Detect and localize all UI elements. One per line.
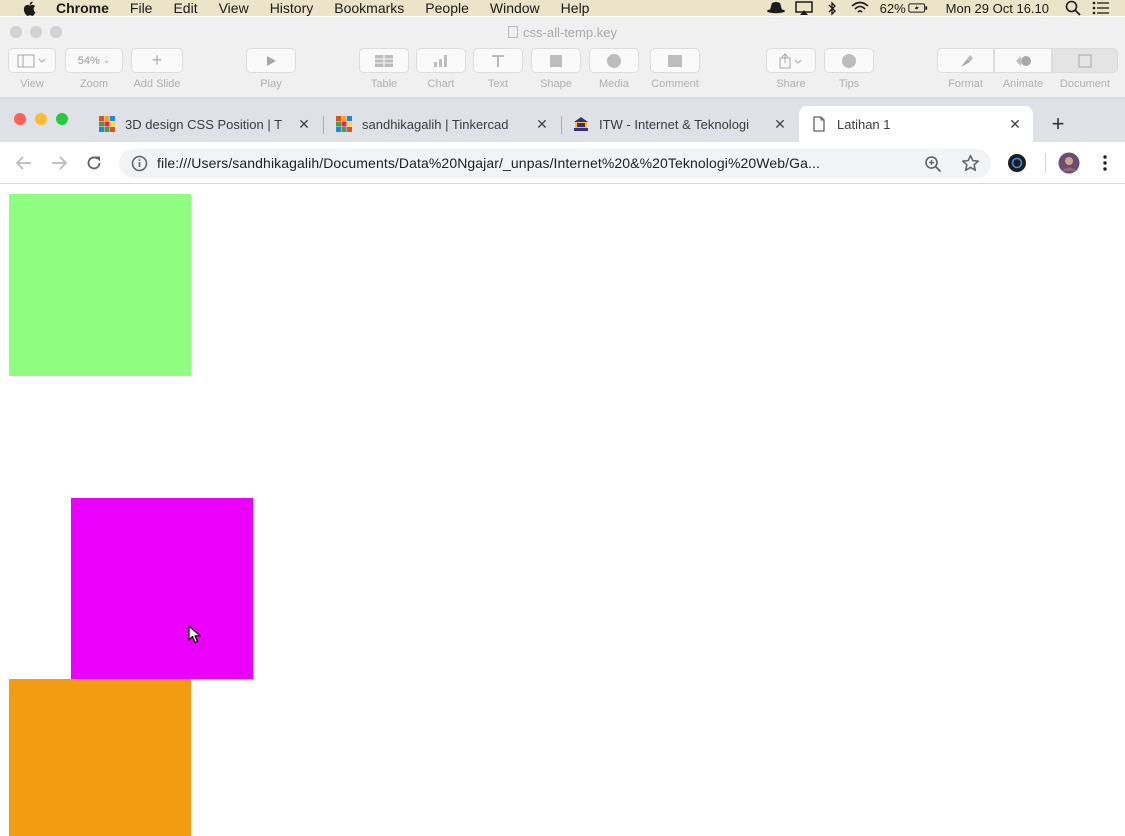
page-icon	[813, 116, 825, 132]
forward-arrow-icon[interactable]	[48, 152, 70, 174]
menu-help[interactable]: Help	[561, 0, 590, 16]
format-brush-icon	[960, 54, 973, 67]
keynote-chart-button[interactable]: Chart	[416, 48, 466, 90]
media-icon	[607, 53, 621, 68]
new-tab-plus-icon[interactable]: +	[1046, 111, 1070, 136]
chrome-tab-strip: 3D design CSS Position | T ✕ sandhikagal…	[0, 98, 1125, 142]
keynote-animate-button[interactable]: Animate	[994, 48, 1052, 90]
chrome-toolbar: file:///Users/sandhikagalih/Documents/Da…	[0, 142, 1125, 184]
chart-icon	[434, 54, 447, 67]
tab-close-icon[interactable]: ✕	[1007, 116, 1023, 132]
tab-title: ITW - Internet & Teknologi	[599, 116, 750, 132]
incognito-hat-icon[interactable]	[766, 0, 786, 16]
menu-edit[interactable]: Edit	[173, 0, 197, 16]
keynote-window-toolbar: css-all-temp.key View 54% ⌄ Zoom + Add Sl…	[0, 17, 1125, 98]
page-viewport	[0, 184, 1125, 836]
tab-title: sandhikagalih | Tinkercad	[362, 116, 509, 132]
tinkercad-icon	[99, 116, 115, 132]
tab-close-icon[interactable]: ✕	[772, 116, 788, 132]
green-box	[9, 194, 191, 376]
menu-people[interactable]: People	[425, 0, 469, 16]
keynote-document-title: css-all-temp.key	[0, 25, 1125, 40]
keynote-document-button[interactable]: Document	[1052, 48, 1118, 90]
apple-menu-icon[interactable]	[22, 0, 36, 16]
tab-sandhikagalih-tinkercad[interactable]: sandhikagalih | Tinkercad ✕	[324, 106, 560, 142]
bookmark-star-icon[interactable]	[961, 154, 980, 173]
notification-center-icon[interactable]	[1091, 0, 1111, 16]
tab-latihan-1[interactable]: Latihan 1 ✕	[799, 106, 1033, 142]
menu-app-name[interactable]: Chrome	[56, 0, 109, 16]
back-arrow-icon[interactable]	[13, 152, 35, 174]
toolbar-separator	[1045, 153, 1046, 173]
keynote-shape-button[interactable]: Shape	[531, 48, 581, 90]
keynote-file-icon	[508, 26, 519, 38]
unpas-logo-icon	[574, 117, 588, 131]
address-url[interactable]: file:///Users/sandhikagalih/Documents/Da…	[157, 155, 917, 172]
tab-close-icon[interactable]: ✕	[296, 116, 312, 132]
animate-icon	[1016, 55, 1031, 66]
table-icon	[375, 54, 393, 67]
zoom-magnifier-icon[interactable]	[924, 155, 942, 173]
keynote-view-button[interactable]: View	[8, 48, 56, 90]
menu-history[interactable]: History	[270, 0, 314, 16]
document-icon	[1078, 54, 1092, 67]
tips-icon	[842, 53, 856, 68]
tab-3d-design-css-position[interactable]: 3D design CSS Position | T ✕	[88, 106, 322, 142]
keynote-share-button[interactable]: Share	[766, 48, 816, 90]
battery-icon[interactable]	[907, 0, 928, 16]
keynote-table-button[interactable]: Table	[359, 48, 409, 90]
tinkercad-icon	[336, 116, 352, 132]
keynote-text-button[interactable]: Text	[473, 48, 523, 90]
shape-icon	[550, 54, 562, 67]
chrome-window-controls	[14, 113, 68, 125]
menu-view[interactable]: View	[219, 0, 249, 16]
orange-box	[9, 679, 191, 836]
tab-close-icon[interactable]: ✕	[534, 116, 550, 132]
keynote-add-slide-button[interactable]: + Add Slide	[131, 48, 183, 90]
bluetooth-icon[interactable]	[822, 0, 842, 16]
sidebar-view-icon	[17, 54, 46, 67]
reload-icon[interactable]	[83, 152, 105, 174]
extension-icon[interactable]	[1006, 152, 1028, 174]
chrome-close-window-button[interactable]	[14, 113, 26, 125]
mouse-cursor-icon	[188, 625, 201, 644]
spotlight-search-icon[interactable]	[1063, 0, 1083, 16]
chevron-down-icon: ⌄	[102, 55, 111, 65]
chrome-minimize-window-button[interactable]	[35, 113, 47, 125]
keynote-tips-button[interactable]: Tips	[824, 48, 874, 90]
keynote-play-button[interactable]: Play	[246, 48, 296, 90]
wifi-icon[interactable]	[850, 0, 870, 16]
chrome-zoom-window-button[interactable]	[56, 113, 68, 125]
menu-bookmarks[interactable]: Bookmarks	[334, 0, 404, 16]
keynote-zoom-button[interactable]: 54% ⌄ Zoom	[65, 48, 123, 90]
text-icon	[492, 54, 504, 67]
menu-file[interactable]: File	[130, 0, 153, 16]
menubar-clock[interactable]: Mon 29 Oct 16.10	[946, 1, 1049, 16]
zoom-value: 54%	[77, 54, 100, 67]
keynote-media-button[interactable]: Media	[589, 48, 639, 90]
keynote-comment-button[interactable]: Comment	[650, 48, 700, 90]
magenta-box[interactable]	[71, 498, 253, 679]
keynote-format-button[interactable]: Format	[937, 48, 994, 90]
chrome-menu-kebab-icon[interactable]	[1094, 152, 1116, 174]
tab-itw-internet-teknologi[interactable]: ITW - Internet & Teknologi ✕	[562, 106, 798, 142]
tab-title: 3D design CSS Position | T	[125, 116, 283, 132]
share-icon	[779, 52, 802, 68]
play-icon	[267, 55, 276, 66]
menu-window[interactable]: Window	[490, 0, 540, 16]
comment-icon	[668, 54, 682, 67]
info-icon[interactable]	[131, 155, 148, 172]
tab-title: Latihan 1	[837, 116, 891, 132]
macos-menu-bar: Chrome File Edit View History Bookmarks …	[0, 0, 1125, 16]
plus-icon: +	[151, 50, 163, 70]
profile-avatar[interactable]	[1058, 152, 1080, 174]
battery-percent: 62%	[879, 0, 906, 16]
address-bar[interactable]: file:///Users/sandhikagalih/Documents/Da…	[119, 149, 991, 178]
airplay-icon[interactable]	[794, 0, 814, 16]
